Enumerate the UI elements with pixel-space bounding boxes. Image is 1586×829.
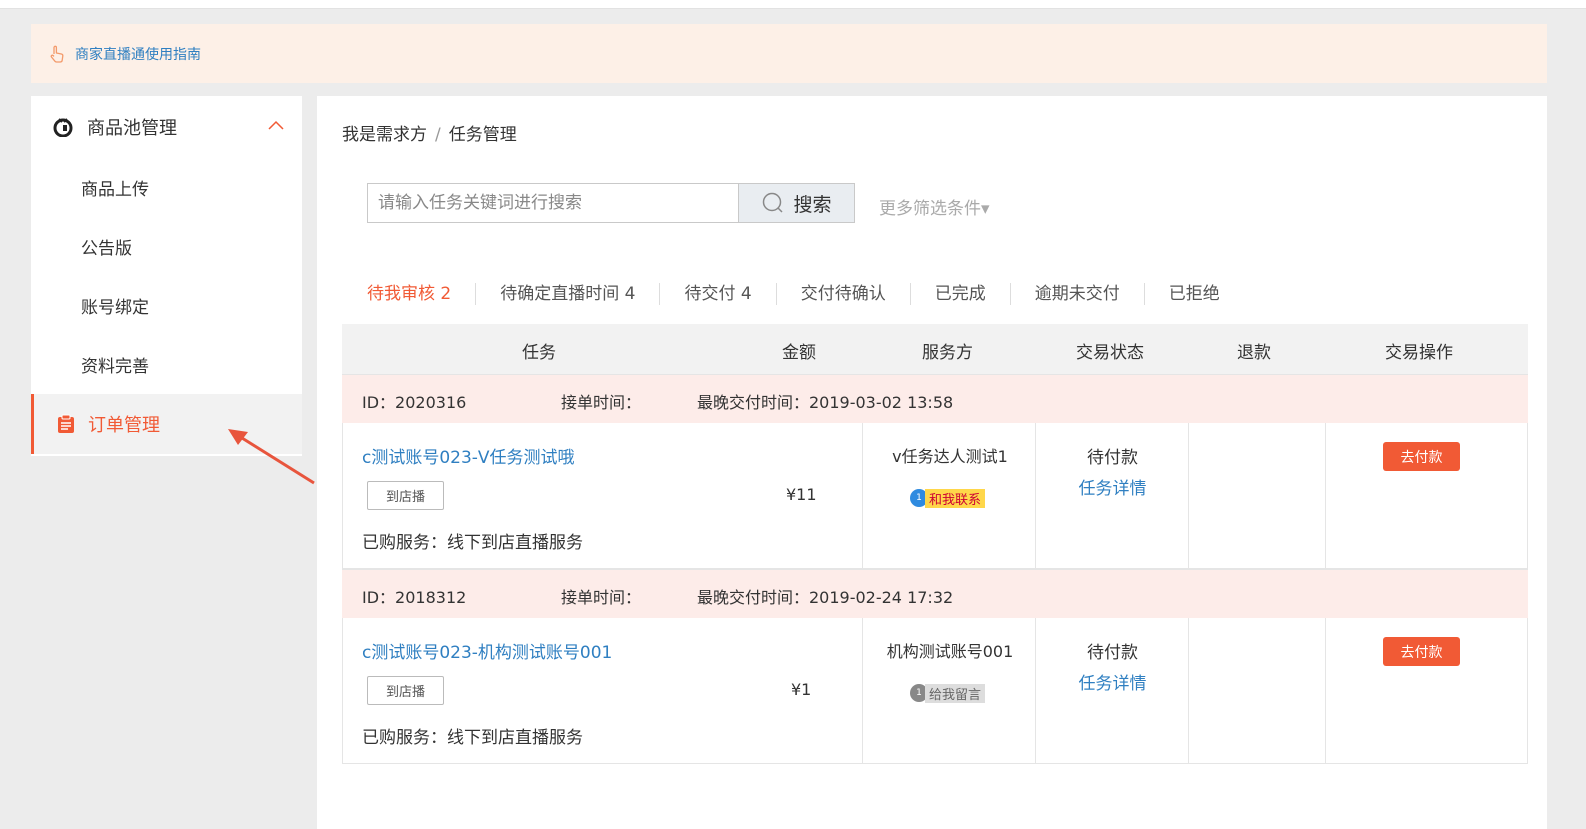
sidebar: 商品池管理 商品上传 公告版 账号绑定 资料完善 订单管理 <box>31 96 302 456</box>
deadline: 最晚交付时间：2019-03-02 13:58 <box>697 393 954 412</box>
more-filters-toggle[interactable]: 更多筛选条件▾ <box>879 194 990 219</box>
breadcrumb-parent[interactable]: 我是需求方 <box>342 125 427 145</box>
trade-status: 待付款 任务详情 <box>1036 443 1189 499</box>
sidebar-item-profile[interactable]: 资料完善 <box>31 335 302 394</box>
column-header-provider: 服务方 <box>922 343 973 363</box>
tab-overdue[interactable]: 逾期未交付 <box>1009 283 1144 305</box>
tab-pending-delivery[interactable]: 待交付 4 <box>659 283 775 305</box>
pay-button[interactable]: 去付款 <box>1383 637 1460 666</box>
tab-completed[interactable]: 已完成 <box>909 283 1010 305</box>
message-label: 给我留言 <box>925 683 986 703</box>
sidebar-item-account-binding[interactable]: 账号绑定 <box>31 276 302 335</box>
sidebar-item-label: 公告版 <box>81 239 132 259</box>
column-header-action: 交易操作 <box>1385 343 1453 363</box>
order-row-header: ID：2020316 接单时间： 最晚交付时间：2019-03-02 13:58 <box>342 374 1528 423</box>
accept-time: 接单时间： <box>561 393 642 412</box>
deadline: 最晚交付时间：2019-02-24 17:32 <box>697 588 954 607</box>
task-detail-link[interactable]: 任务详情 <box>1036 669 1189 694</box>
chevron-up-icon[interactable] <box>268 120 284 130</box>
tag-in-store: 到店播 <box>367 676 444 705</box>
purchased-service: 已购服务：线下到店直播服务 <box>362 533 583 553</box>
provider: v任务达人测试1 1 和我联系 <box>863 443 1037 508</box>
sidebar-group-product-pool[interactable]: 商品池管理 <box>31 96 302 158</box>
task-title-link[interactable]: c测试账号023-V任务测试哦 <box>362 443 575 468</box>
clipboard-icon <box>58 414 74 433</box>
task-detail-link[interactable]: 任务详情 <box>1036 474 1189 499</box>
tv-icon <box>53 118 73 137</box>
guide-link[interactable]: 商家直播通使用指南 <box>75 44 201 64</box>
order-id: ID：2020316 <box>362 393 467 412</box>
column-header-amount: 金额 <box>782 343 816 363</box>
contact-button[interactable]: 1 和我联系 <box>910 488 986 508</box>
amount: ¥11 <box>786 485 817 504</box>
search-button[interactable]: 搜索 <box>738 183 855 223</box>
annotation-arrow <box>228 429 315 485</box>
table-header: 任务 金额 服务方 交易状态 退款 交易操作 <box>342 324 1528 374</box>
trade-status: 待付款 任务详情 <box>1036 638 1189 694</box>
amount: ¥1 <box>791 680 812 699</box>
divider <box>1325 618 1326 763</box>
hand-pointer-icon <box>50 45 64 63</box>
main-content: 我是需求方 / 任务管理 搜索 更多筛选条件▾ 待我审核 2 待确定直播时间 4 待… <box>317 96 1547 829</box>
breadcrumb-separator: / <box>435 125 441 145</box>
purchased-service: 已购服务：线下到店直播服务 <box>362 728 583 748</box>
column-header-task: 任务 <box>522 343 556 363</box>
sidebar-item-label: 资料完善 <box>81 357 149 377</box>
order-row: c测试账号023-机构测试账号001 到店播 已购服务：线下到店直播服务 ¥1 … <box>342 618 1528 764</box>
tab-rejected[interactable]: 已拒绝 <box>1143 283 1244 305</box>
search-button-label: 搜索 <box>793 193 832 216</box>
order-row-header: ID：2018312 接单时间： 最晚交付时间：2019-02-24 17:32 <box>342 569 1528 618</box>
sidebar-item-label: 订单管理 <box>88 415 160 436</box>
divider <box>1325 423 1326 568</box>
tag-in-store: 到店播 <box>367 481 444 510</box>
tab-pending-schedule[interactable]: 待确定直播时间 4 <box>475 283 659 305</box>
provider-name: v任务达人测试1 <box>892 447 1008 466</box>
accept-time: 接单时间： <box>561 588 642 607</box>
provider: 机构测试账号001 1 给我留言 <box>863 638 1037 703</box>
tab-pending-review[interactable]: 待我审核 2 <box>342 283 475 305</box>
top-bar <box>0 0 1586 9</box>
breadcrumb: 我是需求方 / 任务管理 <box>342 120 517 145</box>
sidebar-item-product-upload[interactable]: 商品上传 <box>31 158 302 217</box>
status-text: 待付款 <box>1087 643 1138 663</box>
provider-name: 机构测试账号001 <box>886 642 1014 661</box>
column-header-refund: 退款 <box>1237 343 1271 363</box>
contact-label: 和我联系 <box>925 488 986 508</box>
order-row: c测试账号023-V任务测试哦 到店播 已购服务：线下到店直播服务 ¥11 v任… <box>342 423 1528 569</box>
status-tabs: 待我审核 2 待确定直播时间 4 待交付 4 交付待确认 已完成 逾期未交付 已… <box>342 282 1244 306</box>
sidebar-item-bulletin[interactable]: 公告版 <box>31 217 302 276</box>
sidebar-group-label: 商品池管理 <box>87 118 177 139</box>
tab-delivery-confirm[interactable]: 交付待确认 <box>775 283 910 305</box>
status-text: 待付款 <box>1087 448 1138 468</box>
order-id: ID：2018312 <box>362 588 467 607</box>
guide-notice[interactable]: 商家直播通使用指南 <box>31 24 1547 83</box>
task-title-link[interactable]: c测试账号023-机构测试账号001 <box>362 638 612 663</box>
sidebar-item-label: 账号绑定 <box>81 298 149 318</box>
column-header-status: 交易状态 <box>1076 343 1144 363</box>
leave-message-button[interactable]: 1 给我留言 <box>910 683 986 703</box>
sidebar-item-label: 商品上传 <box>81 180 149 200</box>
search-input[interactable] <box>367 183 739 223</box>
breadcrumb-current: 任务管理 <box>448 125 517 145</box>
search-icon <box>763 192 784 213</box>
pay-button[interactable]: 去付款 <box>1383 442 1460 471</box>
